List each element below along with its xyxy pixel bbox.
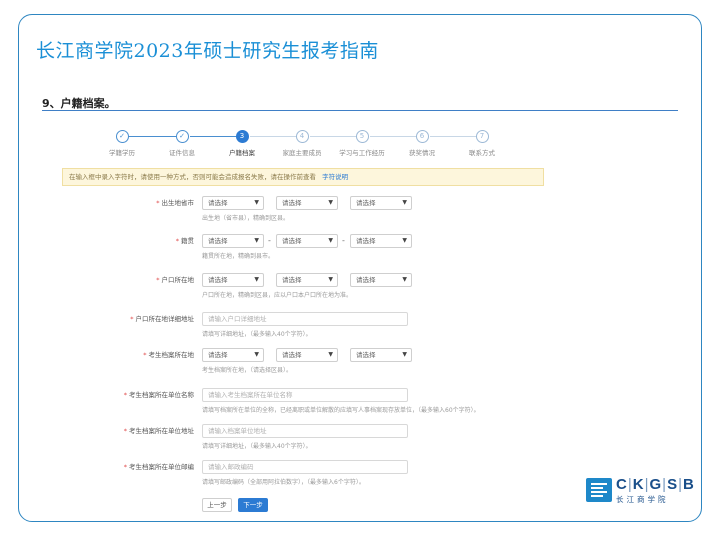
logo-text: C|K|G|S|B 长江商学院 bbox=[616, 476, 695, 505]
separator: - bbox=[268, 236, 271, 245]
field-label: * 考生档案所在地 bbox=[143, 351, 194, 359]
prev-button[interactable]: 上一步 bbox=[202, 498, 232, 512]
field-hint: 户口所在地，精确到区县，应以户口本户口所在地为准。 bbox=[202, 292, 353, 299]
field-hint: 请填写详细地址，（最多输入40个字符）。 bbox=[202, 443, 312, 450]
archive-unit-input[interactable]: 请输入考生档案所在单位名称 bbox=[202, 388, 408, 402]
birthplace-county-select[interactable]: 请选择 ▼ bbox=[350, 196, 412, 210]
notice-link[interactable]: 字符说明 bbox=[322, 173, 348, 181]
notice-text: 在输入框中录入字符时，请使用一种方式，否则可能会造成报名失败，请在操作前查看 bbox=[69, 173, 316, 181]
chevron-down-icon: ▼ bbox=[254, 351, 259, 358]
archive-county-select[interactable]: 请选择 ▼ bbox=[350, 348, 412, 362]
chevron-down-icon: ▼ bbox=[328, 276, 333, 283]
field-hint: 请填写详细地址，（最多输入40个字符）。 bbox=[202, 331, 312, 338]
chevron-down-icon: ▼ bbox=[254, 199, 259, 206]
chevron-down-icon: ▼ bbox=[402, 351, 407, 358]
field-label: * 户口所在地详细地址 bbox=[130, 315, 194, 323]
logo-chinese-name: 长江商学院 bbox=[616, 495, 669, 504]
chevron-down-icon: ▼ bbox=[328, 199, 333, 206]
chevron-down-icon: ▼ bbox=[328, 237, 333, 244]
archive-city-select[interactable]: 请选择 ▼ bbox=[276, 348, 338, 362]
section-divider bbox=[42, 110, 678, 111]
field-hint: 考生档案所在地，（请选择区县）。 bbox=[202, 367, 293, 374]
hukou-city-select[interactable]: 请选择 ▼ bbox=[276, 273, 338, 287]
field-hint: 请填写邮政编码（全部用阿拉伯数字），（最多输入6个字符）。 bbox=[202, 479, 365, 486]
native-county-select[interactable]: 请选择 ▼ bbox=[350, 234, 412, 248]
field-label: * 考生档案所在单位地址 bbox=[123, 427, 194, 435]
field-label: * 户口所在地 bbox=[156, 276, 194, 284]
hukou-province-select[interactable]: 请选择 ▼ bbox=[202, 273, 264, 287]
ckgsb-logo-icon bbox=[586, 478, 612, 502]
archive-province-select[interactable]: 请选择 ▼ bbox=[202, 348, 264, 362]
native-province-select[interactable]: 请选择 ▼ bbox=[202, 234, 264, 248]
step-number: 5 bbox=[355, 130, 369, 143]
check-icon: ✓ bbox=[175, 130, 189, 143]
chevron-down-icon: ▼ bbox=[402, 237, 407, 244]
field-hint: 籍贯所在地，精确到县市。 bbox=[202, 253, 275, 260]
next-button[interactable]: 下一步 bbox=[238, 498, 268, 512]
field-label: * 出生地省市 bbox=[156, 199, 194, 207]
field-hint: 出生地（省市县），精确到区县。 bbox=[202, 215, 290, 222]
form-screenshot-panel: ✓ 学籍学历 ✓ 证件信息 3 户籍档案 4 家庭主要成员 5 学习与工作经历 … bbox=[56, 118, 556, 518]
step-label: 联系方式 bbox=[469, 149, 495, 157]
step-number: 4 bbox=[295, 130, 309, 143]
field-label: * 考生档案所在单位邮编 bbox=[123, 463, 194, 471]
step-number: 6 bbox=[415, 130, 429, 143]
field-label: * 考生档案所在单位名称 bbox=[123, 391, 194, 399]
step-7[interactable]: 7 联系方式 bbox=[442, 130, 522, 157]
step-number: 7 bbox=[475, 130, 489, 143]
notice-banner: 在输入框中录入字符时，请使用一种方式，否则可能会造成报名失败，请在操作前查看 字… bbox=[62, 168, 544, 186]
logo-wordmark: C|K|G|S|B bbox=[616, 476, 695, 493]
chevron-down-icon: ▼ bbox=[254, 276, 259, 283]
check-icon: ✓ bbox=[115, 130, 129, 143]
chevron-down-icon: ▼ bbox=[254, 237, 259, 244]
chevron-down-icon: ▼ bbox=[402, 276, 407, 283]
chevron-down-icon: ▼ bbox=[328, 351, 333, 358]
field-label: * 籍贯 bbox=[175, 237, 194, 245]
field-hint: 请填写档案所在单位的全称，已经离职或单位解散的应填写人事档案现存放单位，（最多输… bbox=[202, 407, 480, 414]
hukou-county-select[interactable]: 请选择 ▼ bbox=[350, 273, 412, 287]
section-title: 9、户籍档案。 bbox=[42, 97, 116, 110]
ckgsb-logo: C|K|G|S|B 长江商学院 bbox=[586, 476, 696, 506]
birthplace-city-select[interactable]: 请选择 ▼ bbox=[276, 196, 338, 210]
archive-address-input[interactable]: 请输入档案单位地址 bbox=[202, 424, 408, 438]
birthplace-province-select[interactable]: 请选择 ▼ bbox=[202, 196, 264, 210]
hukou-address-input[interactable]: 请输入户口详细地址 bbox=[202, 312, 408, 326]
native-city-select[interactable]: 请选择 ▼ bbox=[276, 234, 338, 248]
separator: - bbox=[342, 236, 345, 245]
archive-zip-input[interactable]: 请输入邮政编码 bbox=[202, 460, 408, 474]
step-number: 3 bbox=[235, 130, 249, 143]
step-progress: ✓ 学籍学历 ✓ 证件信息 3 户籍档案 4 家庭主要成员 5 学习与工作经历 … bbox=[56, 130, 556, 160]
slide-title: 长江商学院2023年硕士研究生报考指南 bbox=[36, 40, 379, 62]
chevron-down-icon: ▼ bbox=[402, 199, 407, 206]
